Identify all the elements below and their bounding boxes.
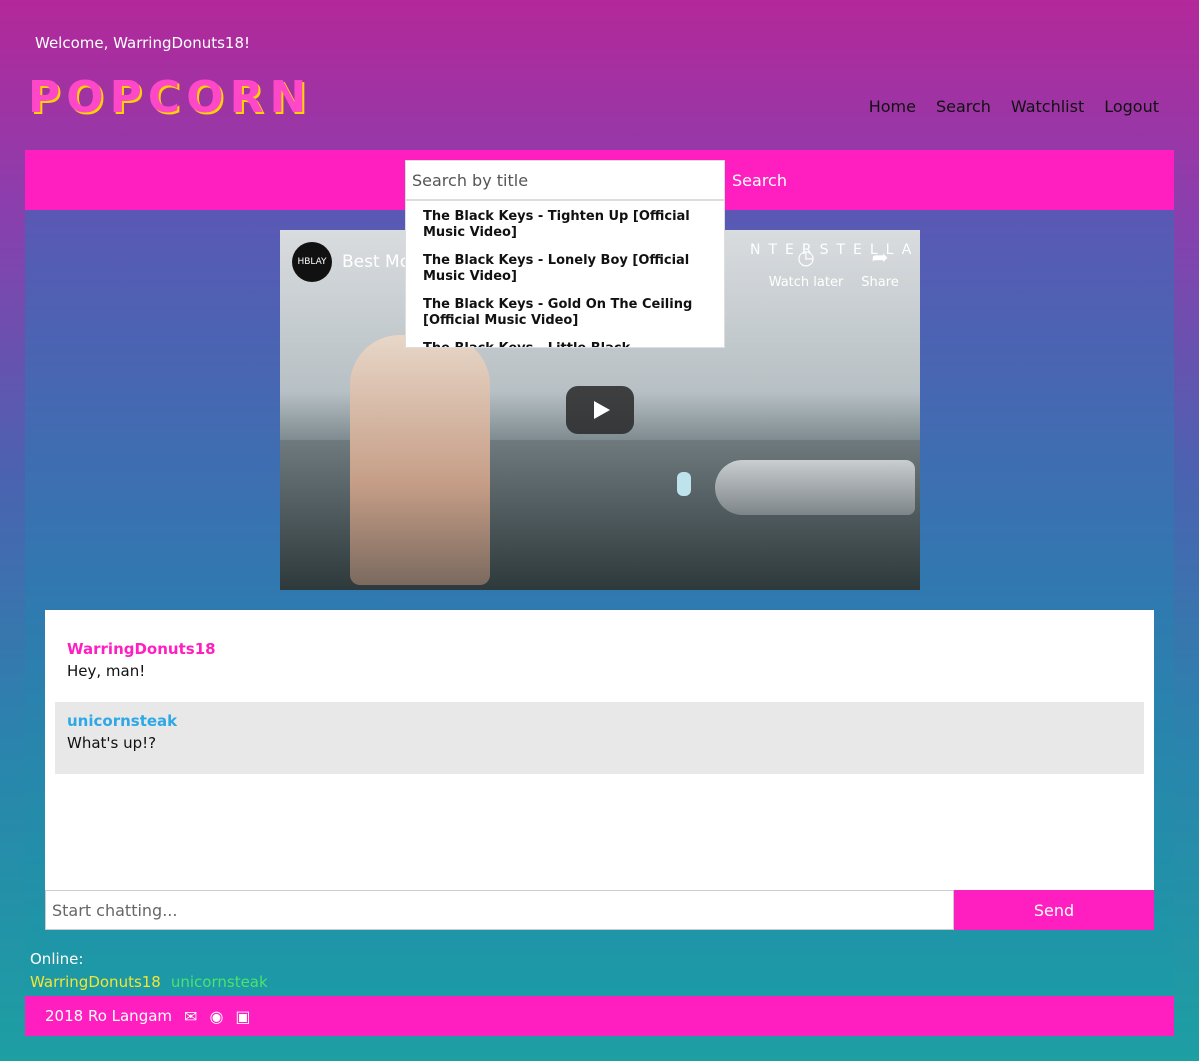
watch-later-button[interactable]: ◷ Watch later (766, 245, 846, 290)
video-title[interactable]: Best Mo (342, 252, 410, 272)
video-astronaut-figure (350, 335, 490, 585)
welcome-message: Welcome, WarringDonuts18! (35, 34, 251, 52)
share-icon: ➦ (871, 245, 889, 269)
search-result-item[interactable]: The Black Keys - Lonely Boy [Official Mu… (406, 245, 724, 289)
chat-panel: WarringDonuts18 Hey, man! unicornsteak W… (45, 610, 1154, 930)
footer-copyright: 2018 Ro Langam (45, 1007, 173, 1025)
footer: 2018 Ro Langam ✉ ◉ ▣ (25, 996, 1174, 1036)
github-icon[interactable]: ◉ (209, 1007, 223, 1026)
linkedin-icon[interactable]: ▣ (235, 1007, 250, 1026)
chat-message: unicornsteak What's up!? (55, 702, 1144, 774)
search-results-dropdown: The Black Keys - Tighten Up [Official Mu… (405, 200, 725, 348)
chat-message: WarringDonuts18 Hey, man! (55, 630, 1144, 702)
search-button[interactable]: Search (725, 160, 794, 200)
main-nav: Home Search Watchlist Logout (869, 97, 1159, 116)
channel-avatar[interactable]: HBLAY (292, 242, 332, 282)
online-user: unicornsteak (170, 973, 268, 991)
chat-input[interactable] (45, 890, 954, 930)
share-button[interactable]: ➦ Share (840, 245, 920, 290)
search-result-item[interactable]: The Black Keys - Gold On The Ceiling [Of… (406, 289, 724, 333)
nav-logout-link[interactable]: Logout (1104, 97, 1159, 116)
envelope-icon[interactable]: ✉ (184, 1007, 197, 1026)
send-button[interactable]: Send (954, 890, 1154, 930)
video-distant-figure (677, 472, 691, 496)
nav-search-link[interactable]: Search (936, 97, 991, 116)
chat-message-author: WarringDonuts18 (67, 640, 216, 658)
play-button[interactable] (566, 386, 634, 434)
search-input[interactable] (405, 160, 725, 200)
chat-message-text: Hey, man! (67, 662, 146, 680)
online-label: Online: (30, 950, 84, 968)
clock-icon: ◷ (797, 245, 815, 269)
chat-message-author: unicornsteak (67, 712, 178, 730)
chat-message-text: What's up!? (67, 734, 157, 752)
search-result-item[interactable]: The Black Keys - Little Black Submarines (406, 333, 724, 347)
popcorn-logo[interactable]: POPCORN (28, 72, 312, 123)
nav-home-link[interactable]: Home (869, 97, 916, 116)
watch-later-label: Watch later (768, 275, 844, 290)
online-user: WarringDonuts18 (30, 973, 161, 991)
nav-watchlist-link[interactable]: Watchlist (1011, 97, 1084, 116)
video-spaceship (715, 460, 915, 515)
online-users-list: WarringDonuts18 unicornsteak (30, 973, 268, 991)
search-result-item[interactable]: The Black Keys - Tighten Up [Official Mu… (406, 201, 724, 245)
share-label: Share (861, 275, 899, 290)
